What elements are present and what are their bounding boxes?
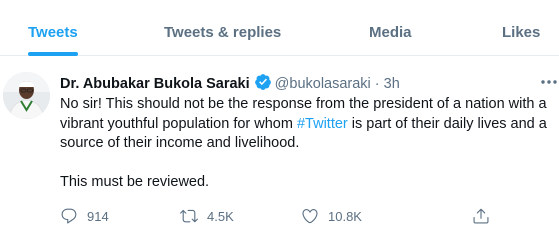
retweet-icon [180, 209, 198, 223]
reply-count: 914 [87, 208, 109, 224]
tab-media[interactable]: Media [369, 0, 412, 55]
profile-tabs: Tweets Tweets & replies Media Likes [0, 0, 559, 56]
retweet-count: 4.5K [207, 208, 234, 224]
tab-tweets-label: Tweets [28, 24, 78, 41]
profile-photo-icon [3, 72, 50, 119]
tweet-paragraph: This must be reviewed. [60, 174, 210, 190]
author-handle[interactable]: @bukolasaraki [275, 76, 371, 92]
tweet[interactable]: Dr. Abubakar Bukola Saraki @bukolasaraki ·… [0, 56, 559, 245]
tab-tweets-and-replies-label: Tweets & replies [164, 24, 282, 41]
tab-media-label: Media [369, 24, 412, 41]
tab-likes-label: Likes [502, 24, 541, 41]
more-options-icon [541, 80, 557, 84]
like-count: 10.8K [328, 208, 362, 224]
hashtag-link[interactable]: #Twitter [297, 116, 348, 132]
verified-badge-icon [254, 73, 272, 96]
more-options-button[interactable] [539, 70, 559, 94]
heart-icon [302, 209, 318, 224]
tweet-paragraph: No sir! This should not be the response … [60, 95, 555, 154]
share-icon [473, 208, 489, 224]
like-button[interactable]: 10.8K [301, 204, 362, 228]
tweet-timestamp[interactable]: 3h [384, 76, 400, 92]
avatar[interactable] [3, 72, 50, 119]
profile-timeline: Tweets Tweets & replies Media Likes Dr. … [0, 0, 559, 245]
author-display-name[interactable]: Dr. Abubakar Bukola Saraki [60, 76, 250, 92]
tweet-text: No sir! This should not be the response … [60, 95, 555, 193]
header-separator: · [374, 76, 380, 92]
tab-tweets[interactable]: Tweets [28, 0, 78, 56]
tab-tweets-and-replies[interactable]: Tweets & replies [164, 0, 281, 55]
tab-likes[interactable]: Likes [502, 0, 540, 55]
share-button[interactable] [472, 204, 490, 228]
tweet-header: Dr. Abubakar Bukola Saraki @bukolasaraki ·… [60, 73, 400, 96]
reply-icon [61, 208, 77, 224]
tweet-actions: 914 4.5K 10.8K [60, 204, 540, 228]
reply-button[interactable]: 914 [60, 204, 109, 228]
retweet-button[interactable]: 4.5K [180, 204, 234, 228]
